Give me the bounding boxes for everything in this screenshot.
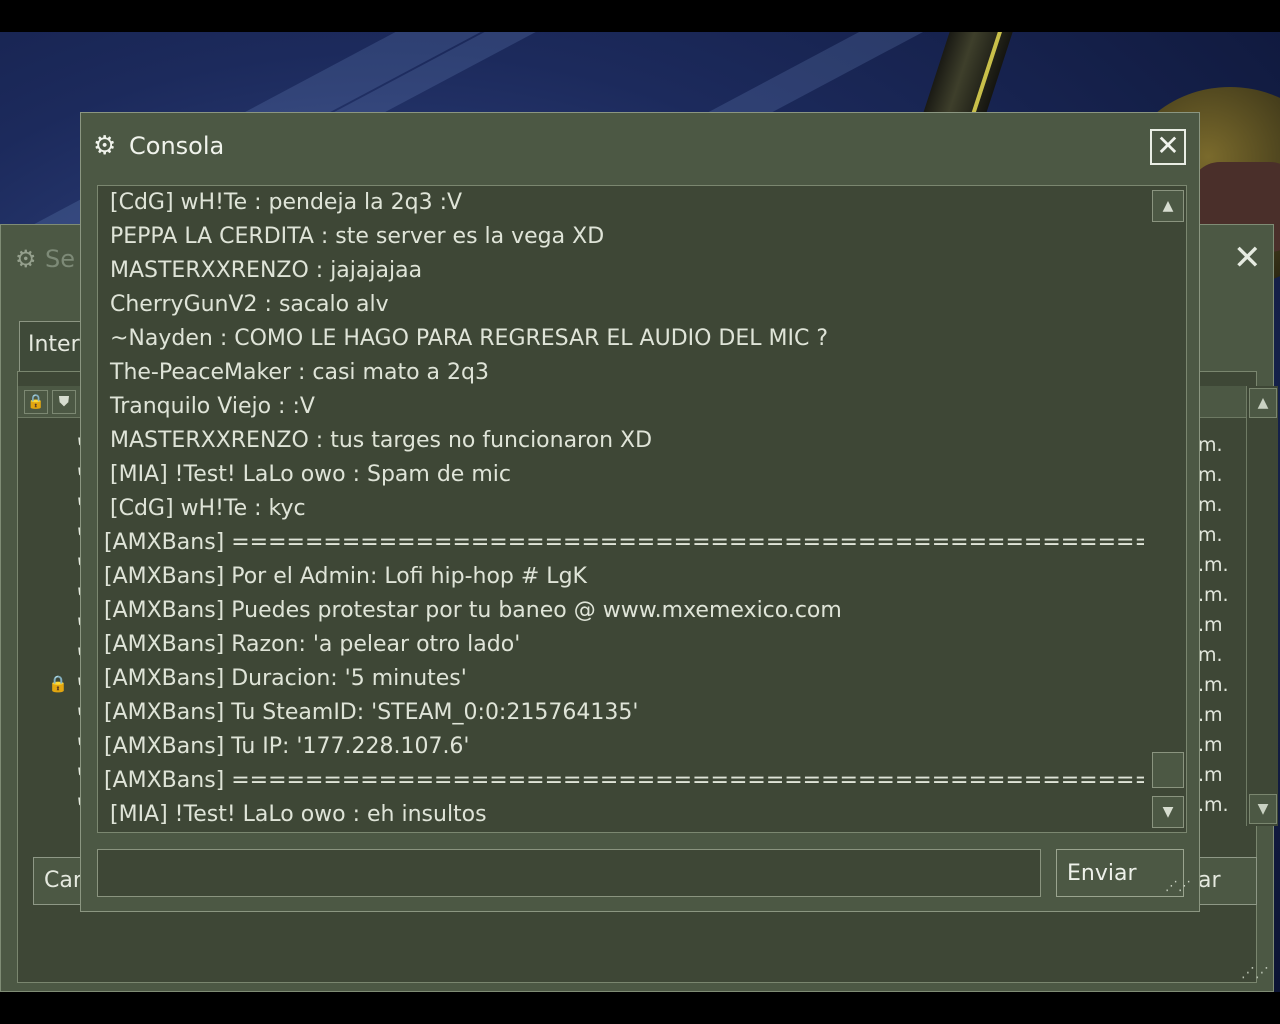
console-line: MASTERXXRENZO : tus targes no funcionaro… [110, 428, 653, 453]
console-line: MASTERXXRENZO : jajajajaa [110, 258, 423, 283]
console-line: [AMXBans] Razon: 'a pelear otro lado' [104, 632, 521, 657]
console-line: [MIA] !Test! LaLo owo : eh insultos [110, 802, 487, 827]
console-line: ~Nayden : COMO LE HAGO PARA REGRESAR EL … [110, 326, 829, 351]
console-close-button[interactable]: ✕ [1150, 129, 1186, 165]
console-line: [AMXBans] Duracion: '5 minutes' [104, 666, 467, 691]
server-row-map: .m. [1198, 674, 1229, 696]
server-row-map: m. [1198, 524, 1223, 546]
server-row-map: m. [1198, 434, 1223, 456]
server-browser-title: ⚙ Se [15, 245, 75, 273]
console-line: [AMXBans] Por el Admin: Lofi hip-hop # L… [104, 564, 587, 589]
server-row-map: m. [1198, 494, 1223, 516]
lock-icon: 🔒 [48, 674, 68, 693]
console-window: ⚙ Consola ✕ [CdG] wH!Te : pendeja la 2q3 … [80, 112, 1200, 912]
steam-icon: ⚙ [15, 245, 37, 273]
resize-grip-icon[interactable]: ⋰⋰ [1241, 965, 1269, 981]
server-row-map: .m [1198, 764, 1223, 786]
console-line: PEPPA LA CERDITA : ste server es la vega… [110, 224, 605, 249]
console-line: [AMXBans] Tu IP: '177.228.107.6' [104, 734, 470, 759]
scroll-up-icon[interactable]: ▲ [1249, 388, 1277, 418]
scroll-up-icon[interactable]: ▲ [1152, 190, 1184, 222]
console-line: [AMXBans] Puedes protestar por tu baneo … [104, 598, 842, 623]
steam-icon: ⚙ [93, 131, 117, 161]
server-row-map: m. [1198, 464, 1223, 486]
console-line: Tranquilo Viejo : :V [110, 394, 315, 419]
console-line: [MIA] !Test! LaLo owo : Spam de mic [110, 462, 511, 487]
console-log[interactable]: [CdG] wH!Te : pendeja la 2q3 :V PEPPA LA … [97, 185, 1187, 833]
console-command-input[interactable] [97, 849, 1041, 897]
scroll-down-icon[interactable]: ▼ [1152, 796, 1184, 828]
console-line: [CdG] wH!Te : kyc [110, 496, 306, 521]
resize-grip-icon[interactable]: ⋰⋰ [1165, 879, 1191, 894]
shield-column-icon[interactable]: ⛊ [52, 390, 76, 414]
server-row-map: .m. [1198, 554, 1229, 576]
scroll-down-icon[interactable]: ▼ [1249, 794, 1277, 824]
console-scrollbar[interactable]: ▲ ▼ [1148, 186, 1186, 832]
server-row-map: .m [1198, 614, 1223, 636]
server-browser-close-button[interactable]: ✕ [1233, 241, 1262, 275]
console-line: [AMXBans] ==============================… [104, 768, 1144, 793]
server-row-map: .m. [1198, 584, 1229, 606]
console-line: [CdG] wH!Te : pendeja la 2q3 :V [110, 190, 463, 215]
server-row-map: .m [1198, 734, 1223, 756]
console-line: [AMXBans] Tu SteamID: 'STEAM_0:0:2157641… [104, 700, 639, 725]
console-title: ⚙ Consola [93, 131, 225, 161]
server-row-map: .m. [1198, 794, 1229, 816]
lock-column-icon[interactable]: 🔒 [24, 390, 48, 414]
console-line: [AMXBans] ==============================… [104, 530, 1144, 555]
server-row-map: m. [1198, 644, 1223, 666]
server-list-scrollbar[interactable]: ▲ ▼ [1246, 386, 1278, 826]
scroll-thumb[interactable] [1152, 752, 1184, 788]
console-line: The-PeaceMaker : casi mato a 2q3 [110, 360, 489, 385]
server-row-map: .m [1198, 704, 1223, 726]
console-line: CherryGunV2 : sacalo alv [110, 292, 389, 317]
